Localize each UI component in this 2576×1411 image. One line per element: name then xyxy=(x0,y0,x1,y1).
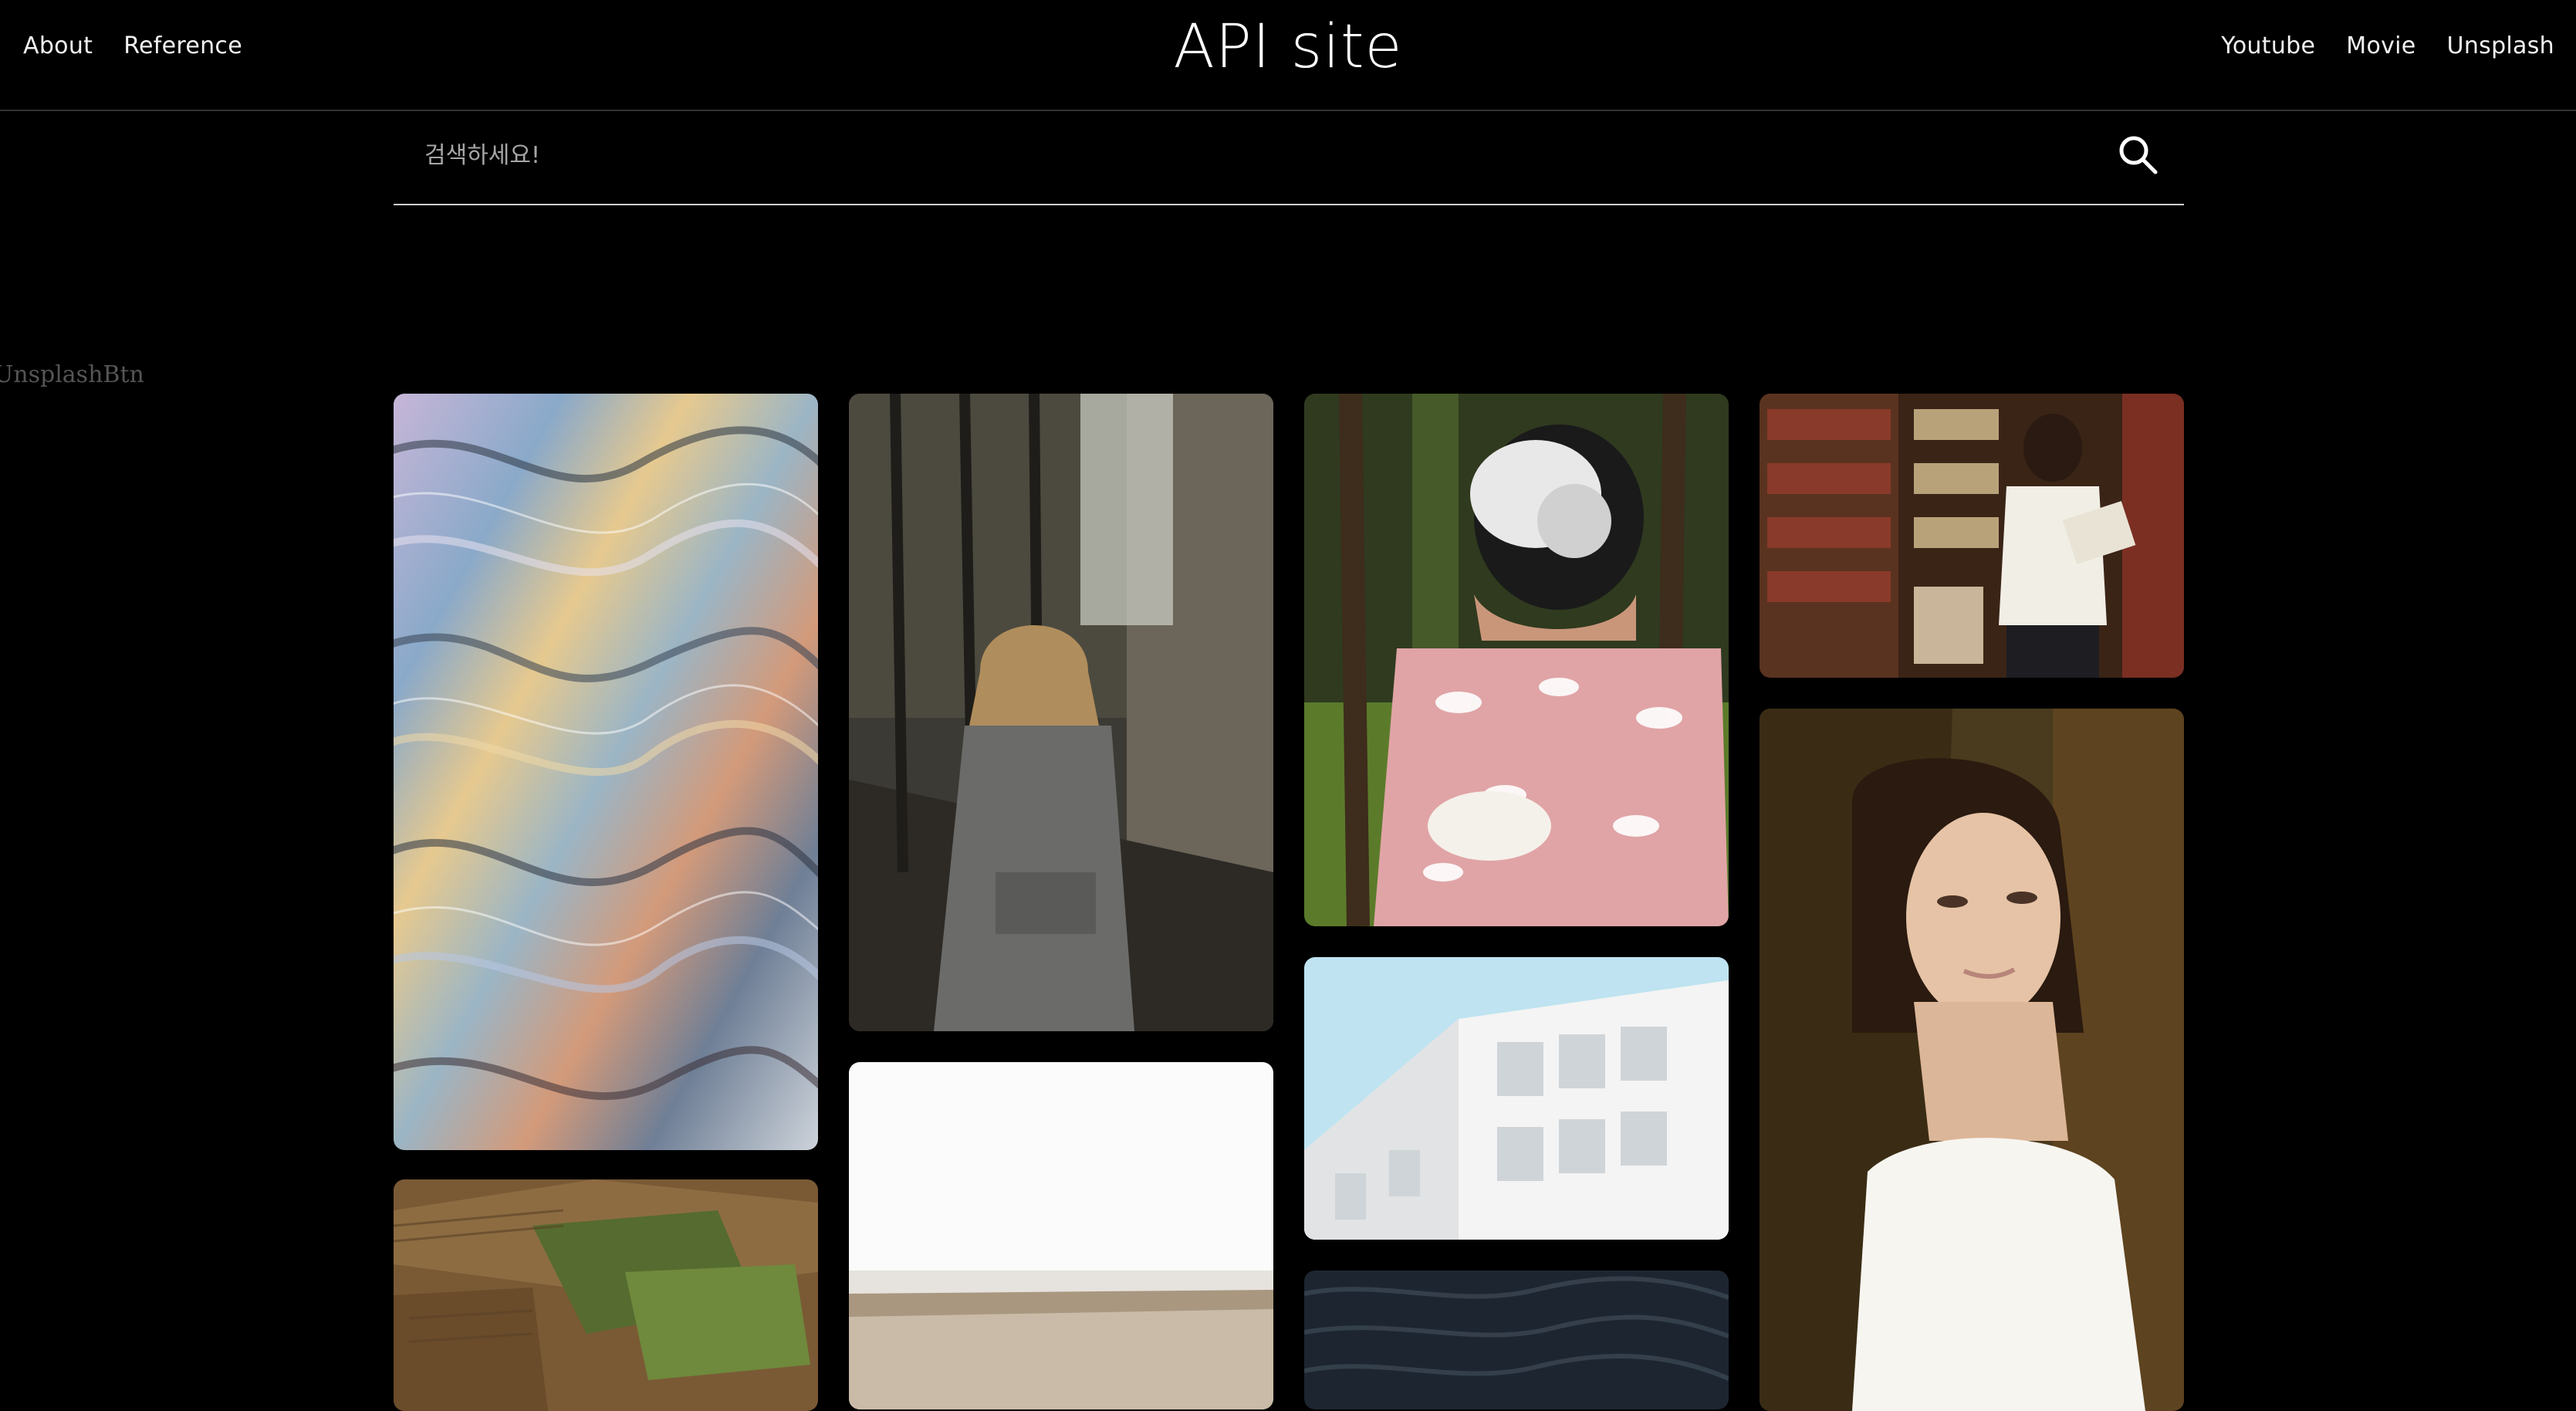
photo-dark-water[interactable] xyxy=(1304,1271,1729,1409)
photo-woman-portrait[interactable] xyxy=(1760,709,2184,1411)
search-bar xyxy=(394,110,2184,205)
photo-iridescent-liquid-metal[interactable] xyxy=(394,394,818,1150)
site-title[interactable]: API site xyxy=(0,12,2576,82)
search-input[interactable] xyxy=(423,131,2093,179)
photo-misty-field[interactable] xyxy=(849,1062,1273,1409)
site-header: About Reference API site Youtube Movie U… xyxy=(0,0,2576,111)
photo-aerial-farmland[interactable] xyxy=(394,1179,818,1411)
photo-white-building[interactable] xyxy=(1304,957,1729,1240)
nav-link-unsplash[interactable]: Unsplash xyxy=(2447,32,2554,59)
unsplash-button-label[interactable]: UnsplashBtn xyxy=(0,361,144,388)
nav-link-youtube[interactable]: Youtube xyxy=(2221,32,2315,59)
nav-link-movie[interactable]: Movie xyxy=(2346,32,2415,59)
nav-right: Youtube Movie Unsplash xyxy=(2221,32,2554,59)
photo-woman-in-gray-coat-walking[interactable] xyxy=(849,394,1273,1031)
photo-woman-reading-in-bookstore[interactable] xyxy=(1760,394,2184,678)
photo-woman-with-vr-headset[interactable] xyxy=(1304,394,1729,926)
search-icon[interactable] xyxy=(2116,133,2159,176)
